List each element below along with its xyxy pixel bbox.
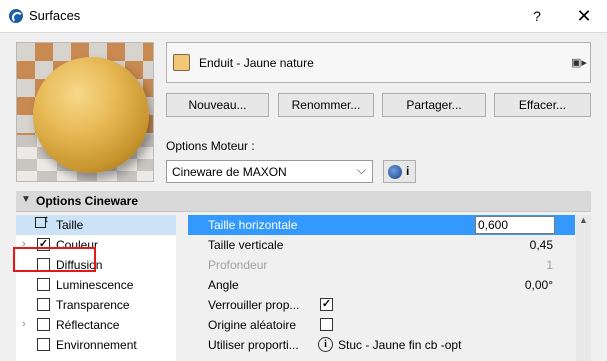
prop-row-angle[interactable]: Angle 0,00°	[188, 275, 575, 295]
tree-item-size[interactable]: ↕ Taille	[16, 214, 176, 235]
properties-scrollbar[interactable]: ▲	[576, 215, 591, 361]
engine-info-button[interactable]: i	[383, 160, 416, 183]
random-origin-checkbox[interactable]	[320, 318, 333, 331]
tree-item-environment[interactable]: Environnement	[16, 335, 176, 355]
prop-row-random-origin[interactable]: Origine aléatoire	[188, 315, 575, 335]
surface-picker-icon[interactable]: ▣▸	[571, 55, 587, 71]
prop-row-depth: Profondeur 1	[188, 255, 575, 275]
share-button[interactable]: Partager...	[382, 93, 486, 117]
checkbox-luminescence[interactable]	[37, 278, 50, 291]
highlight-annotation	[13, 247, 96, 272]
engine-options-label: Options Moteur :	[166, 139, 255, 153]
prop-name: Taille verticale	[208, 238, 284, 252]
surface-color-swatch	[173, 54, 190, 71]
material-preview	[16, 42, 154, 182]
tree-item-label: Environnement	[56, 338, 137, 352]
checkbox-reflectance[interactable]	[37, 318, 50, 331]
tree-item-label: Transparence	[56, 298, 130, 312]
close-button[interactable]: ✕	[572, 4, 596, 28]
checkbox-environment[interactable]	[37, 338, 50, 351]
info-label: i	[406, 164, 410, 178]
surface-name: Enduit - Jaune nature	[199, 56, 314, 70]
prop-row-lock-proportions[interactable]: Verrouiller prop... ✓	[188, 295, 575, 315]
tree-item-luminescence[interactable]: Luminescence	[16, 275, 176, 295]
cinema4d-logo-icon	[388, 165, 402, 179]
scroll-up-icon[interactable]: ▲	[579, 215, 588, 225]
checkbox-transparency[interactable]	[37, 298, 50, 311]
help-button[interactable]: ?	[527, 6, 547, 26]
surface-selector[interactable]: Enduit - Jaune nature ▣▸	[166, 42, 591, 83]
section-title: Options Cineware	[36, 194, 139, 208]
engine-select[interactable]: Cineware de MAXON ⌵	[166, 160, 373, 183]
prop-name: Origine aléatoire	[208, 318, 297, 332]
prop-row-horizontal-size[interactable]: Taille horizontale 0,600	[188, 215, 575, 235]
tree-item-label: Réflectance	[56, 318, 120, 332]
app-logo-icon	[9, 9, 23, 23]
preview-sphere	[33, 57, 149, 173]
prop-name: Profondeur	[208, 258, 268, 272]
horizontal-size-input[interactable]: 0,600	[475, 216, 555, 234]
tree-item-label: Taille	[56, 218, 84, 232]
properties-panel: Taille horizontale 0,600 Taille vertical…	[188, 215, 575, 361]
cineware-options-header[interactable]: ▼ Options Cineware	[16, 191, 591, 212]
prop-value: 1	[546, 258, 553, 272]
prop-value[interactable]: 0,45	[530, 238, 553, 252]
prop-name: Angle	[208, 278, 239, 292]
tree-item-transparency[interactable]: Transparence	[16, 295, 176, 315]
collapse-triangle-icon[interactable]: ▼	[21, 194, 31, 205]
window-title: Surfaces	[29, 8, 81, 23]
prop-row-vertical-size[interactable]: Taille verticale 0,45	[188, 235, 575, 255]
engine-select-value: Cineware de MAXON	[172, 165, 287, 179]
prop-row-use-proportions[interactable]: Utiliser proporti... i Stuc - Jaune fin …	[188, 335, 575, 355]
tree-item-label: Luminescence	[56, 278, 134, 292]
title-bar: Surfaces ? ✕	[0, 0, 607, 32]
prop-name: Verrouiller prop...	[208, 298, 300, 312]
chevron-down-icon: ⌵	[356, 163, 366, 177]
info-icon[interactable]: i	[318, 337, 333, 352]
rename-button[interactable]: Renommer...	[278, 93, 374, 117]
lock-proportions-checkbox[interactable]: ✓	[320, 298, 333, 311]
prop-value[interactable]: Stuc - Jaune fin cb -opt	[338, 338, 461, 352]
tree-item-reflectance[interactable]: › Réflectance	[16, 315, 176, 335]
channel-tree: ↕ Taille › ✓ Couleur Diffusion Luminesce…	[16, 214, 176, 361]
prop-value[interactable]: 0,00°	[525, 278, 553, 292]
new-button[interactable]: Nouveau...	[166, 93, 269, 117]
prop-name: Utiliser proporti...	[208, 338, 299, 352]
delete-button[interactable]: Effacer...	[494, 93, 591, 117]
expand-arrow-icon[interactable]: ›	[22, 318, 26, 330]
size-icon: ↕	[35, 214, 51, 233]
dialog-body: Enduit - Jaune nature ▣▸ Nouveau... Reno…	[0, 32, 607, 361]
prop-name: Taille horizontale	[208, 218, 298, 232]
